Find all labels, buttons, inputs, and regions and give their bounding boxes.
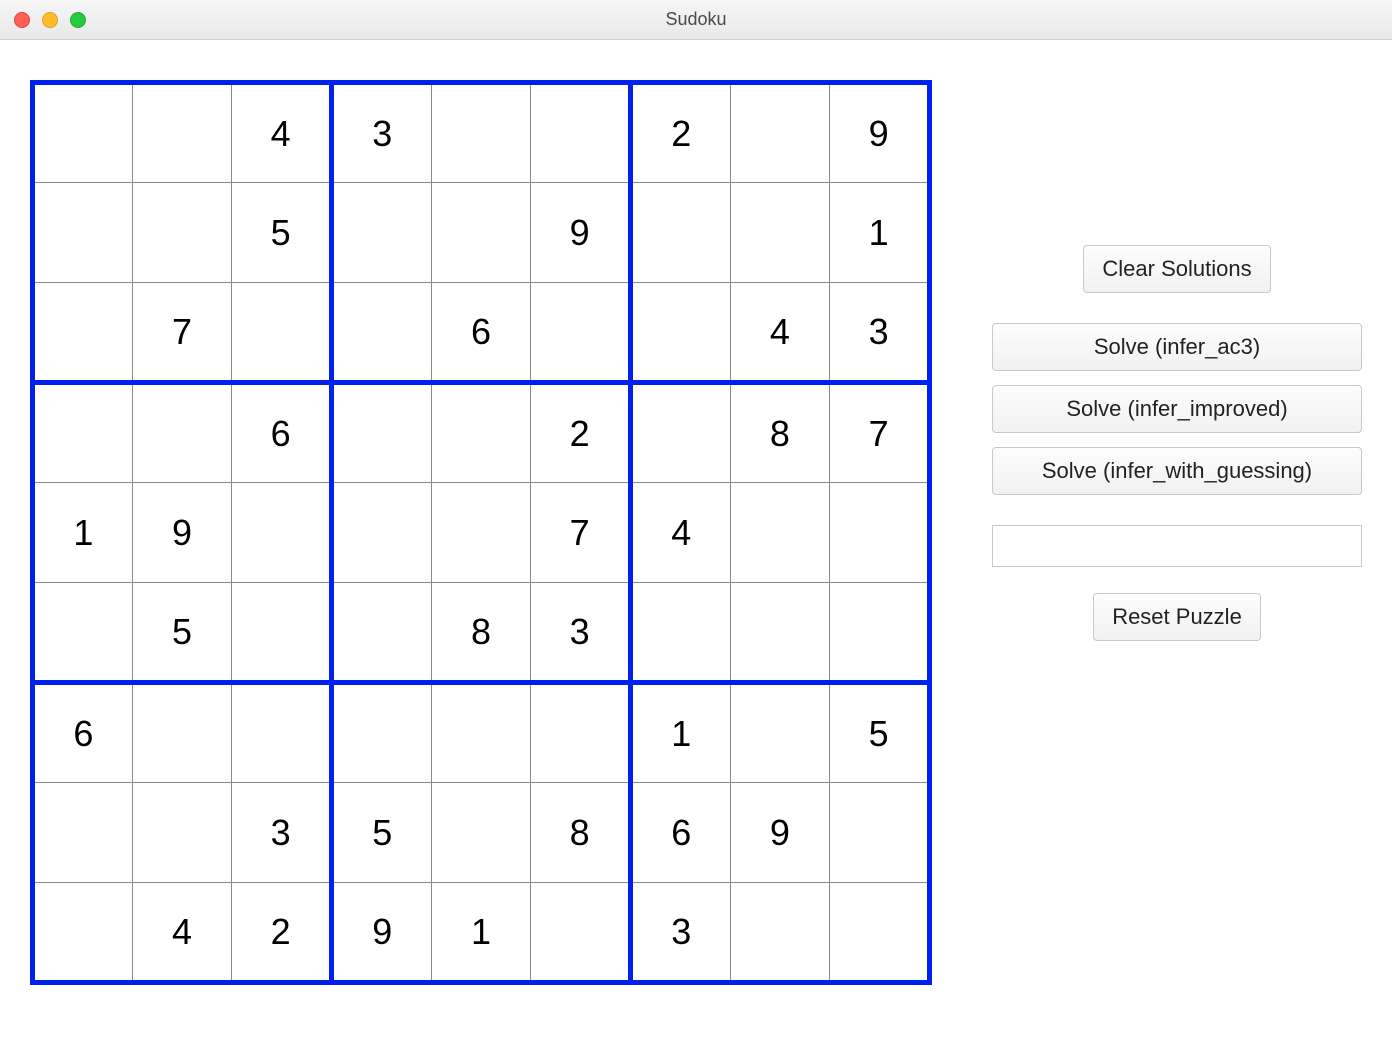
sudoku-cell[interactable] — [232, 283, 332, 383]
sudoku-cell[interactable]: 4 — [232, 83, 332, 183]
minimize-icon[interactable] — [42, 12, 58, 28]
sudoku-cell[interactable] — [331, 683, 431, 783]
sudoku-cell[interactable] — [431, 83, 531, 183]
sudoku-cell[interactable]: 3 — [232, 783, 332, 883]
sudoku-cell[interactable] — [132, 183, 232, 283]
sudoku-cell[interactable] — [630, 183, 730, 283]
sudoku-cell[interactable]: 1 — [630, 683, 730, 783]
sudoku-cell[interactable] — [132, 683, 232, 783]
sudoku-cell[interactable] — [730, 583, 830, 683]
sudoku-cell[interactable] — [730, 183, 830, 283]
sudoku-cell[interactable]: 6 — [232, 383, 332, 483]
sudoku-cell[interactable]: 5 — [830, 683, 930, 783]
sudoku-cell[interactable]: 3 — [331, 83, 431, 183]
sudoku-cell[interactable]: 9 — [132, 483, 232, 583]
close-icon[interactable] — [14, 12, 30, 28]
sudoku-cell[interactable]: 6 — [630, 783, 730, 883]
sudoku-cell[interactable] — [232, 483, 332, 583]
sudoku-cell[interactable] — [232, 683, 332, 783]
sudoku-cell[interactable]: 1 — [830, 183, 930, 283]
sudoku-cell[interactable] — [331, 483, 431, 583]
sudoku-cell[interactable] — [830, 483, 930, 583]
sudoku-cell[interactable]: 5 — [331, 783, 431, 883]
sudoku-cell[interactable] — [431, 483, 531, 583]
sudoku-cell[interactable] — [33, 883, 133, 983]
sudoku-cell[interactable]: 8 — [531, 783, 631, 883]
sudoku-cell[interactable] — [630, 283, 730, 383]
sudoku-cell[interactable] — [830, 883, 930, 983]
sudoku-cell[interactable]: 1 — [431, 883, 531, 983]
sudoku-cell[interactable]: 4 — [630, 483, 730, 583]
sudoku-cell[interactable]: 2 — [630, 83, 730, 183]
sudoku-cell[interactable]: 3 — [830, 283, 930, 383]
sudoku-cell[interactable] — [730, 683, 830, 783]
sudoku-cell[interactable]: 1 — [33, 483, 133, 583]
sudoku-cell[interactable]: 3 — [531, 583, 631, 683]
sudoku-cell[interactable]: 4 — [730, 283, 830, 383]
sudoku-cell[interactable] — [730, 883, 830, 983]
sudoku-cell[interactable] — [33, 383, 133, 483]
sudoku-cell[interactable]: 9 — [730, 783, 830, 883]
sudoku-cell[interactable] — [531, 83, 631, 183]
sudoku-cell[interactable] — [431, 783, 531, 883]
solve-guessing-button[interactable]: Solve (infer_with_guessing) — [992, 447, 1362, 495]
sudoku-cell[interactable]: 7 — [132, 283, 232, 383]
sudoku-cell[interactable]: 2 — [531, 383, 631, 483]
sudoku-cell[interactable] — [33, 283, 133, 383]
sudoku-cell[interactable] — [630, 383, 730, 483]
window-title: Sudoku — [0, 9, 1392, 30]
sudoku-cell[interactable] — [431, 683, 531, 783]
zoom-icon[interactable] — [70, 12, 86, 28]
solve-ac3-button[interactable]: Solve (infer_ac3) — [992, 323, 1362, 371]
sudoku-cell[interactable]: 7 — [830, 383, 930, 483]
sudoku-cell[interactable] — [331, 283, 431, 383]
sudoku-cell[interactable] — [730, 483, 830, 583]
sudoku-cell[interactable] — [33, 83, 133, 183]
sudoku-cell[interactable] — [730, 83, 830, 183]
traffic-lights — [14, 12, 86, 28]
sudoku-cell[interactable] — [33, 783, 133, 883]
sudoku-cell[interactable] — [531, 883, 631, 983]
sudoku-cell[interactable]: 8 — [730, 383, 830, 483]
sudoku-cell[interactable]: 5 — [132, 583, 232, 683]
sudoku-cell[interactable]: 9 — [531, 183, 631, 283]
reset-puzzle-button[interactable]: Reset Puzzle — [1093, 593, 1261, 641]
sudoku-cell[interactable]: 9 — [830, 83, 930, 183]
sudoku-cell[interactable] — [331, 583, 431, 683]
sudoku-cell[interactable] — [431, 383, 531, 483]
sudoku-cell[interactable] — [132, 83, 232, 183]
controls-panel: Clear Solutions Solve (infer_ac3) Solve … — [992, 80, 1362, 985]
solve-improved-button[interactable]: Solve (infer_improved) — [992, 385, 1362, 433]
sudoku-cell[interactable] — [33, 583, 133, 683]
sudoku-board: 43295917643628719745836153586942913 — [30, 80, 932, 985]
sudoku-cell[interactable] — [33, 183, 133, 283]
sudoku-cell[interactable]: 6 — [431, 283, 531, 383]
clear-solutions-button[interactable]: Clear Solutions — [1083, 245, 1270, 293]
sudoku-cell[interactable]: 3 — [630, 883, 730, 983]
sudoku-cell[interactable]: 7 — [531, 483, 631, 583]
puzzle-input[interactable] — [992, 525, 1362, 567]
sudoku-cell[interactable] — [531, 283, 631, 383]
titlebar: Sudoku — [0, 0, 1392, 40]
sudoku-cell[interactable] — [232, 583, 332, 683]
sudoku-cell[interactable] — [331, 383, 431, 483]
sudoku-cell[interactable]: 9 — [331, 883, 431, 983]
sudoku-cell[interactable]: 8 — [431, 583, 531, 683]
sudoku-cell[interactable]: 6 — [33, 683, 133, 783]
sudoku-cell[interactable] — [830, 783, 930, 883]
sudoku-cell[interactable] — [132, 783, 232, 883]
sudoku-cell[interactable] — [531, 683, 631, 783]
sudoku-cell[interactable]: 2 — [232, 883, 332, 983]
sudoku-cell[interactable]: 5 — [232, 183, 332, 283]
sudoku-cell[interactable] — [830, 583, 930, 683]
sudoku-cell[interactable] — [331, 183, 431, 283]
sudoku-cell[interactable] — [431, 183, 531, 283]
sudoku-cell[interactable] — [132, 383, 232, 483]
sudoku-cell[interactable]: 4 — [132, 883, 232, 983]
sudoku-cell[interactable] — [630, 583, 730, 683]
